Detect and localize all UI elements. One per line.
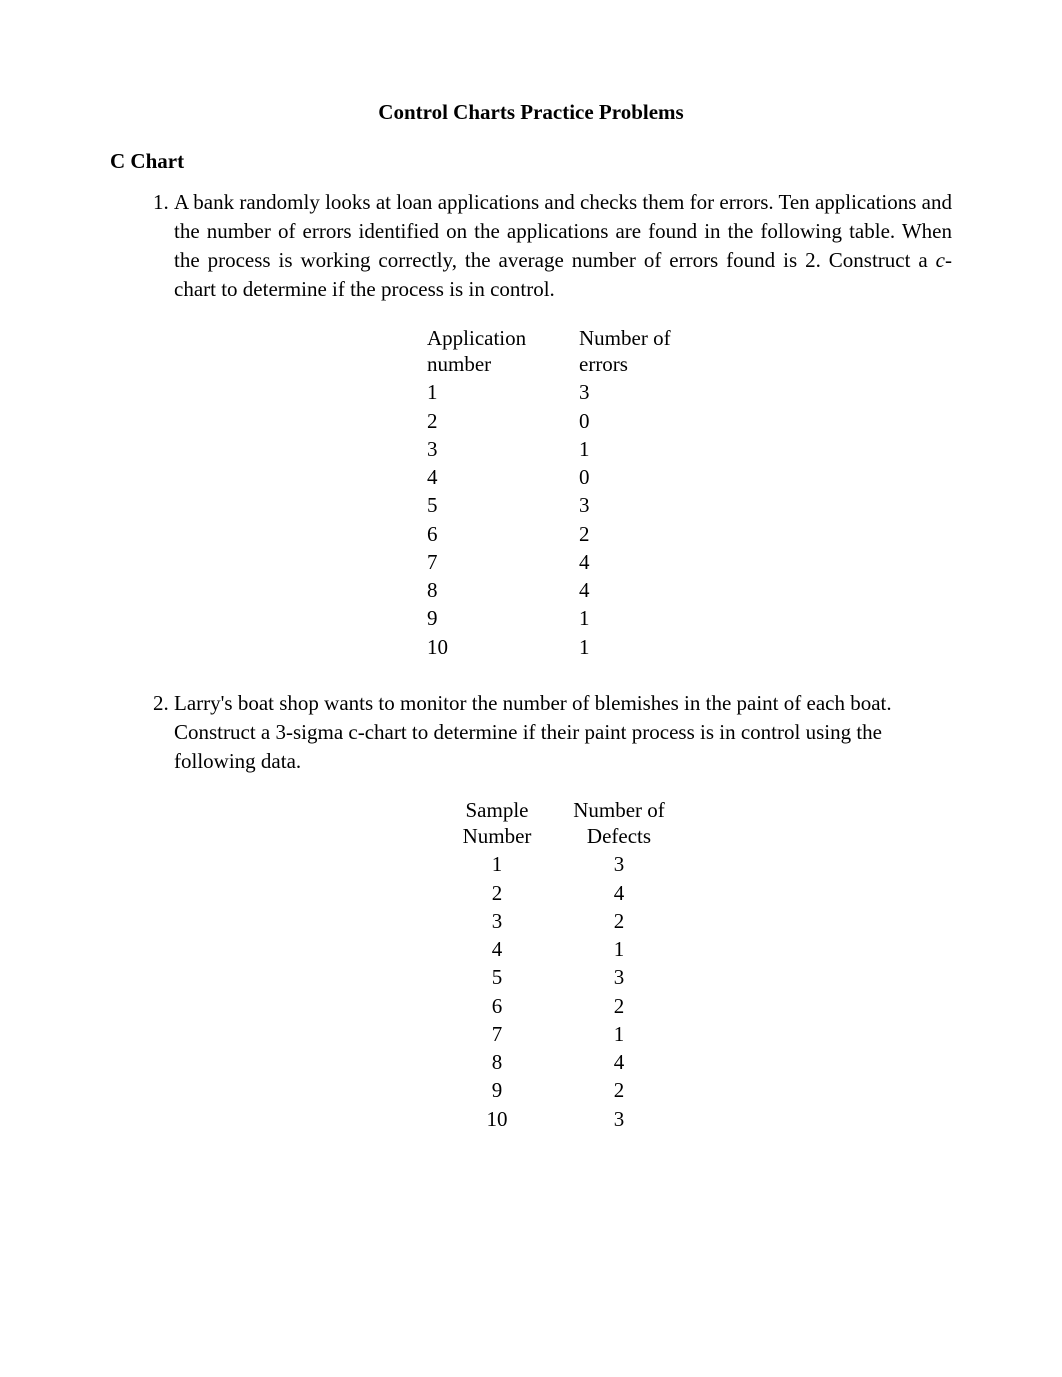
table-cell: 3 [573, 378, 705, 406]
header-text: Number of [573, 798, 665, 822]
table-row: 84 [441, 1048, 685, 1076]
table-row: 13 [421, 378, 705, 406]
table-row: 62 [441, 992, 685, 1020]
table-cell: 2 [441, 879, 553, 907]
table-row: 101 [421, 633, 705, 661]
table-header-row: Sample Number Number of Defects [441, 796, 685, 851]
table-cell: 1 [573, 633, 705, 661]
table-container: Application number Number of errors 1320… [174, 324, 952, 661]
table-cell: 4 [553, 879, 685, 907]
table-cell: 1 [553, 935, 685, 963]
problem-item: Larry's boat shop wants to monitor the n… [174, 689, 952, 1133]
table-cell: 4 [573, 548, 705, 576]
italic-c: c [936, 248, 945, 272]
table-cell: 1 [573, 604, 705, 632]
table-header: Application number [421, 324, 573, 379]
table-row: 32 [441, 907, 685, 935]
page-title: Control Charts Practice Problems [110, 100, 952, 125]
table-row: 62 [421, 520, 705, 548]
header-text: Number [463, 824, 532, 848]
problem-prompt: A bank randomly looks at loan applicatio… [174, 188, 952, 304]
table-body: 132432415362718492103 [441, 850, 685, 1133]
table-header: Number of Defects [553, 796, 685, 851]
table-header-row: Application number Number of errors [421, 324, 705, 379]
table-cell: 5 [421, 491, 573, 519]
table-cell: 4 [421, 463, 573, 491]
table-cell: 3 [573, 491, 705, 519]
header-text: Sample [466, 798, 529, 822]
table-cell: 3 [441, 907, 553, 935]
table-cell: 9 [441, 1076, 553, 1104]
table-cell: 0 [573, 463, 705, 491]
table-cell: 1 [573, 435, 705, 463]
table-row: 31 [421, 435, 705, 463]
header-text: Number of [579, 326, 671, 350]
table-row: 40 [421, 463, 705, 491]
table-row: 92 [441, 1076, 685, 1104]
table-cell: 8 [421, 576, 573, 604]
data-table: Application number Number of errors 1320… [421, 324, 705, 661]
section-heading: C Chart [110, 149, 952, 174]
table-cell: 4 [553, 1048, 685, 1076]
table-cell: 2 [553, 907, 685, 935]
table-cell: 2 [553, 1076, 685, 1104]
table-cell: 0 [573, 407, 705, 435]
table-cell: 4 [573, 576, 705, 604]
table-cell: 1 [553, 1020, 685, 1048]
table-row: 20 [421, 407, 705, 435]
table-header: Sample Number [441, 796, 553, 851]
table-cell: 7 [421, 548, 573, 576]
table-cell: 2 [573, 520, 705, 548]
table-row: 24 [441, 879, 685, 907]
table-cell: 6 [441, 992, 553, 1020]
table-row: 74 [421, 548, 705, 576]
header-text: Application [427, 326, 526, 350]
table-cell: 6 [421, 520, 573, 548]
header-text: number [427, 352, 491, 376]
table-row: 91 [421, 604, 705, 632]
document-page: Control Charts Practice Problems C Chart… [0, 0, 1062, 1361]
table-row: 41 [441, 935, 685, 963]
header-text: errors [579, 352, 628, 376]
table-row: 53 [421, 491, 705, 519]
table-cell: 5 [441, 963, 553, 991]
table-row: 71 [441, 1020, 685, 1048]
table-cell: 3 [421, 435, 573, 463]
table-cell: 2 [421, 407, 573, 435]
table-container: Sample Number Number of Defects 13243241… [174, 796, 952, 1133]
prompt-text: A bank randomly looks at loan applicatio… [174, 190, 952, 272]
problem-list: A bank randomly looks at loan applicatio… [110, 188, 952, 1133]
table-cell: 4 [441, 935, 553, 963]
data-table: Sample Number Number of Defects 13243241… [441, 796, 685, 1133]
table-row: 53 [441, 963, 685, 991]
problem-prompt: Larry's boat shop wants to monitor the n… [174, 689, 952, 776]
table-row: 13 [441, 850, 685, 878]
table-cell: 1 [441, 850, 553, 878]
header-text: Defects [587, 824, 651, 848]
table-row: 103 [441, 1105, 685, 1133]
table-cell: 2 [553, 992, 685, 1020]
table-body: 132031405362748491101 [421, 378, 705, 661]
table-cell: 10 [421, 633, 573, 661]
table-cell: 3 [553, 850, 685, 878]
problem-item: A bank randomly looks at loan applicatio… [174, 188, 952, 661]
table-cell: 7 [441, 1020, 553, 1048]
table-cell: 10 [441, 1105, 553, 1133]
table-header: Number of errors [573, 324, 705, 379]
table-cell: 9 [421, 604, 573, 632]
table-cell: 3 [553, 963, 685, 991]
table-cell: 3 [553, 1105, 685, 1133]
table-row: 84 [421, 576, 705, 604]
table-cell: 1 [421, 378, 573, 406]
table-cell: 8 [441, 1048, 553, 1076]
